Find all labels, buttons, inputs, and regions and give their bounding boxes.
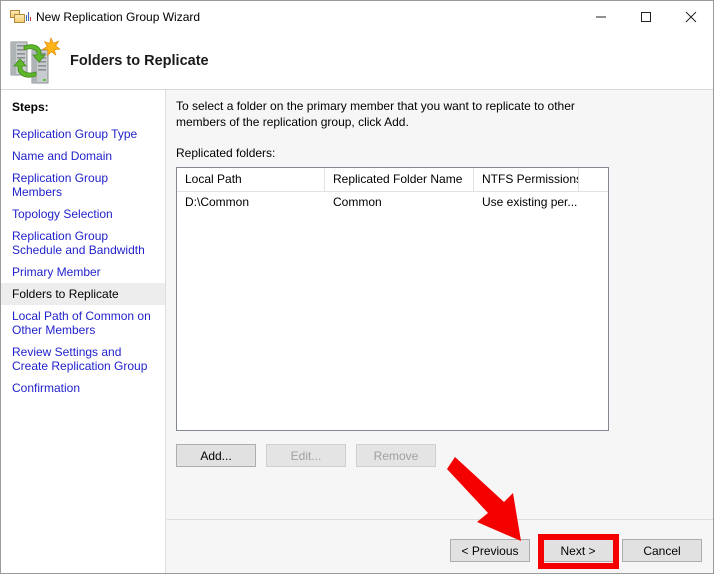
sidebar-item-primary-member[interactable]: Primary Member	[1, 261, 165, 283]
bottom-button-bar: < Previous Next > Cancel	[167, 520, 713, 573]
cell-spacer	[579, 192, 608, 214]
cell-local-path: D:\Common	[185, 195, 250, 209]
edit-button: Edit...	[266, 444, 346, 467]
close-icon[interactable]	[668, 1, 713, 32]
sidebar-item-schedule-and-bandwidth[interactable]: Replication Group Schedule and Bandwidth	[1, 225, 165, 261]
listview-header: Local Path Replicated Folder Name NTFS P…	[177, 168, 608, 192]
sidebar-item-folders-to-replicate[interactable]: Folders to Replicate	[1, 283, 165, 305]
add-button[interactable]: Add...	[176, 444, 256, 467]
replicated-folders-listview[interactable]: Local Path Replicated Folder Name NTFS P…	[176, 167, 609, 431]
replicated-folders-label: Replicated folders:	[176, 146, 276, 160]
main-pane: To select a folder on the primary member…	[167, 90, 713, 519]
cancel-button[interactable]: Cancel	[622, 539, 702, 562]
sidebar-item-topology-selection[interactable]: Topology Selection	[1, 203, 165, 225]
wizard-window: New Replication Group Wizard Folders to …	[0, 0, 714, 574]
sidebar-item-replication-group-type[interactable]: Replication Group Type	[1, 123, 165, 145]
steps-label: Steps:	[12, 100, 49, 114]
sidebar-item-replication-group-members[interactable]: Replication Group Members	[1, 167, 165, 203]
column-header-local-path[interactable]: Local Path	[177, 168, 325, 191]
sidebar-item-name-and-domain[interactable]: Name and Domain	[1, 145, 165, 167]
replication-servers-icon	[8, 36, 61, 86]
cell-replicated-folder-name: Common	[333, 195, 382, 209]
column-header-ntfs-permissions[interactable]: NTFS Permissions	[474, 168, 579, 191]
caption-buttons	[578, 1, 713, 32]
folder-replication-icon	[10, 9, 31, 25]
maximize-icon[interactable]	[623, 1, 668, 32]
cell-ntfs-permissions: Use existing per...	[482, 195, 578, 209]
sidebar-item-confirmation[interactable]: Confirmation	[1, 377, 165, 399]
wizard-header: Folders to Replicate	[1, 32, 713, 89]
table-row[interactable]: D:\Common Common Use existing per...	[177, 192, 608, 214]
intro-text: To select a folder on the primary member…	[176, 99, 575, 129]
previous-button[interactable]: < Previous	[450, 539, 530, 562]
sidebar-item-local-path-of-common[interactable]: Local Path of Common on Other Members	[1, 305, 165, 341]
remove-button: Remove	[356, 444, 436, 467]
title-bar: New Replication Group Wizard	[1, 1, 713, 32]
steps-sidebar: Steps: Replication Group Type Name and D…	[1, 90, 166, 573]
sidebar-item-review-settings[interactable]: Review Settings and Create Replication G…	[1, 341, 165, 377]
column-header-replicated-folder-name[interactable]: Replicated Folder Name	[325, 168, 474, 191]
page-title: Folders to Replicate	[70, 52, 209, 69]
column-header-spacer[interactable]	[579, 168, 608, 191]
next-button[interactable]: Next >	[538, 539, 618, 562]
window-title: New Replication Group Wizard	[36, 9, 201, 24]
minimize-icon[interactable]	[578, 1, 623, 32]
